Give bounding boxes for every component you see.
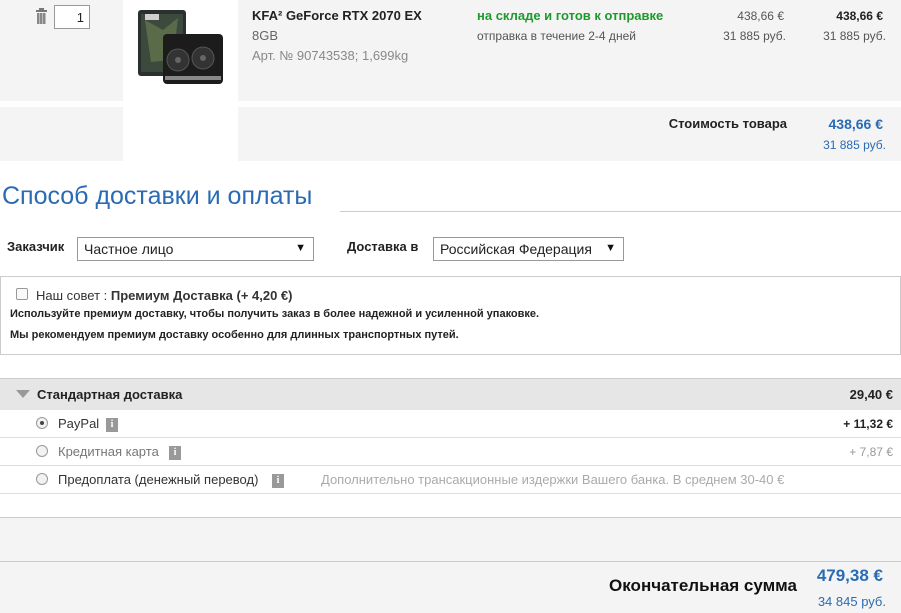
unit-price-rub: 31 885 руб. xyxy=(723,29,786,43)
premium-delivery-checkbox[interactable] xyxy=(16,288,28,300)
info-icon[interactable]: i xyxy=(169,446,181,460)
quantity-input[interactable] xyxy=(54,5,90,29)
customer-label: Заказчик xyxy=(7,239,65,254)
product-memory: 8GB xyxy=(252,28,279,43)
product-title[interactable]: KFA² GeForce RTX 2070 EX xyxy=(252,8,422,23)
section-title: Способ доставки и оплаты xyxy=(2,182,313,210)
dropdown-arrow-icon: ▼ xyxy=(605,242,616,254)
line-total-eur: 438,66 € xyxy=(836,9,883,23)
customer-select[interactable]: Частное лицо ▼ xyxy=(77,237,314,261)
tip-heading: Наш совет : Премиум Доставка (+ 4,20 €) xyxy=(36,288,293,303)
tip-line-1: Используйте премиум доставку, чтобы полу… xyxy=(10,308,540,320)
payment-amount-card: + 7,87 € xyxy=(849,445,893,459)
delivery-country-select[interactable]: Российская Федерация ▼ xyxy=(433,237,624,261)
payment-label-card: Кредитная карта xyxy=(58,444,159,459)
payment-radio-paypal[interactable] xyxy=(36,417,48,429)
payment-label-prepayment: Предоплата (денежный перевод) xyxy=(58,472,259,487)
collapse-triangle-icon[interactable] xyxy=(16,390,30,398)
shipping-option-price: 29,40 € xyxy=(849,387,893,402)
tip-line-2: Мы рекомендуем премиум доставку особенно… xyxy=(10,329,459,341)
payment-row-paypal[interactable] xyxy=(0,410,901,438)
stock-status: на складе и готов к отправке xyxy=(477,8,664,23)
delivery-label: Доставка в xyxy=(347,239,419,254)
subtotal-label: Стоимость товара xyxy=(668,116,787,131)
grand-total-eur: 479,38 € xyxy=(816,566,883,585)
line-total-rub: 31 885 руб. xyxy=(823,29,886,43)
customer-select-value: Частное лицо xyxy=(84,241,174,257)
dropdown-arrow-icon: ▼ xyxy=(295,242,306,254)
subtotal-eur: 438,66 € xyxy=(828,116,884,132)
shipping-time: отправка в течение 2-4 дней xyxy=(477,29,636,43)
payment-radio-card[interactable] xyxy=(36,445,48,457)
unit-price-eur: 438,66 € xyxy=(737,9,784,23)
payment-note-prepayment: Дополнительно трансакционные издержки Ва… xyxy=(321,472,785,487)
payment-label-paypal: PayPal xyxy=(58,416,100,431)
grand-total-label: Окончательная сумма xyxy=(609,576,797,595)
totals-spacer xyxy=(0,517,901,561)
payment-radio-prepayment[interactable] xyxy=(36,473,48,485)
grand-total-rub: 34 845 руб. xyxy=(817,594,886,609)
subtotal-left-cell xyxy=(0,107,123,161)
subtotal-rub: 31 885 руб. xyxy=(823,138,886,152)
delivery-country-value: Российская Федерация xyxy=(440,241,592,257)
info-icon[interactable]: i xyxy=(106,418,118,432)
section-divider xyxy=(340,211,901,212)
payment-amount-paypal: + 11,32 € xyxy=(843,417,893,431)
tip-offer: Премиум Доставка (+ 4,20 €) xyxy=(110,288,293,303)
product-image[interactable]: RTX xyxy=(123,0,238,101)
shipping-option-title: Стандартная доставка xyxy=(37,387,183,402)
product-article: Арт. № 90743538; 1,699kg xyxy=(252,48,409,63)
trash-icon[interactable] xyxy=(36,8,47,24)
tip-prefix: Наш совет : xyxy=(36,288,111,303)
info-icon[interactable]: i xyxy=(272,474,284,488)
